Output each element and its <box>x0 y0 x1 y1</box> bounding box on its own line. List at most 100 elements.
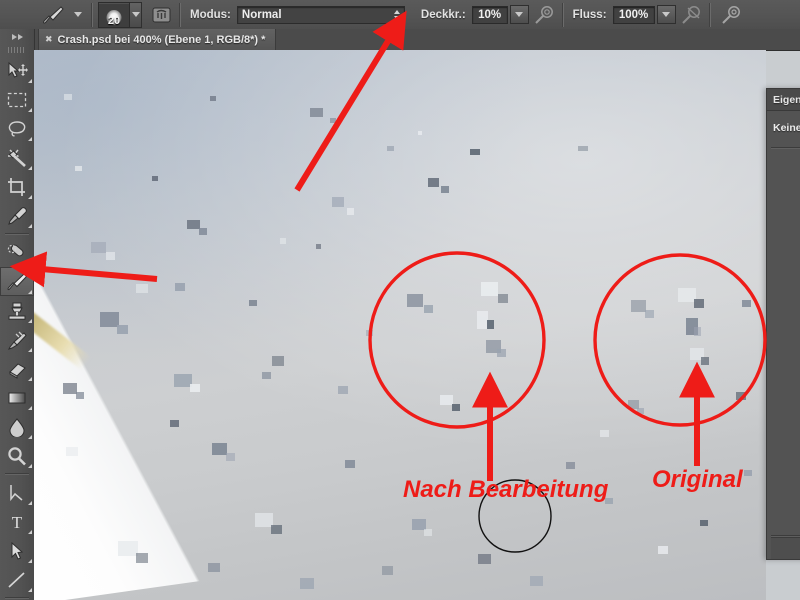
opacity-dropdown-button[interactable] <box>509 5 529 24</box>
flow-pressure-toggle[interactable] <box>676 1 704 28</box>
blur-tool[interactable] <box>0 412 34 441</box>
debris-spot <box>382 566 393 575</box>
line-icon <box>8 571 25 588</box>
chevron-down-icon <box>131 12 140 17</box>
type-t-icon: T <box>12 513 23 532</box>
clone-stamp-tool[interactable] <box>0 296 34 325</box>
blend-mode-select[interactable]: Normal <box>236 5 405 24</box>
debris-spot <box>497 349 506 357</box>
tool-flyout-indicator <box>28 530 32 534</box>
debris-spot <box>478 554 491 564</box>
tool-flyout-indicator <box>28 435 32 439</box>
debris-spot <box>637 408 644 414</box>
gradient-icon <box>8 392 26 403</box>
debris-spot <box>75 166 82 171</box>
debris-spot <box>249 300 257 306</box>
options-divider <box>179 2 181 27</box>
rectangular-marquee-tool[interactable] <box>0 85 34 114</box>
toolbar-divider <box>5 473 29 475</box>
dodge-icon <box>8 446 26 465</box>
debris-spot <box>136 284 148 293</box>
eraser-icon <box>9 362 26 379</box>
line-tool[interactable] <box>0 565 34 594</box>
brush-size-value: 20 <box>107 14 121 27</box>
document-canvas[interactable] <box>34 50 766 600</box>
tool-flyout-indicator <box>28 319 32 323</box>
debris-spot <box>470 149 480 155</box>
gradient-tool[interactable] <box>0 383 34 412</box>
debris-spot <box>694 299 704 308</box>
magic-wand-icon <box>8 148 26 167</box>
debris-spot <box>300 578 314 589</box>
pen-tool[interactable] <box>0 478 34 507</box>
healing-brush-tool[interactable] <box>0 238 34 267</box>
crop-tool[interactable] <box>0 172 34 201</box>
brush-size-preview[interactable]: 20 <box>98 1 142 28</box>
eyedropper-icon <box>8 206 27 225</box>
type-tool[interactable]: T <box>0 507 34 536</box>
path-selection-tool[interactable] <box>0 536 34 565</box>
flow-label: Fluss: <box>572 8 607 21</box>
properties-panel-footer <box>771 537 800 559</box>
properties-panel[interactable]: Eigens Keine <box>766 88 800 560</box>
photoshop-window: 20 Modus: Normal Deckkr.: 10% Fluss: 100… <box>0 0 800 600</box>
debris-spot <box>91 242 106 253</box>
brush-panel-toggle[interactable] <box>148 6 174 24</box>
move-icon <box>8 61 28 78</box>
mode-label: Modus: <box>190 8 231 21</box>
annotation-label-original: Original <box>652 466 743 493</box>
properties-panel-empty-label: Keine <box>773 122 800 134</box>
options-divider <box>91 2 93 27</box>
brush-size-stepper[interactable] <box>130 1 142 28</box>
double-chevron-right-icon <box>11 33 17 40</box>
toolbar-divider <box>5 597 29 599</box>
debris-spot <box>310 108 323 117</box>
dodge-tool[interactable] <box>0 441 34 470</box>
debris-spot <box>736 392 746 400</box>
debris-spot <box>208 563 220 572</box>
eyedropper-tool[interactable] <box>0 201 34 230</box>
blend-mode-value: Normal <box>241 8 282 21</box>
current-tool-brush-icon[interactable] <box>36 1 70 28</box>
properties-panel-tab-label: Eigens <box>773 93 800 106</box>
brush-tip-preview[interactable]: 20 <box>98 1 130 28</box>
debris-spot <box>316 244 321 249</box>
flow-value: 100% <box>618 8 649 21</box>
tool-flyout-indicator <box>28 166 32 170</box>
debris-spot <box>645 310 654 318</box>
brush-preset-caret[interactable] <box>70 12 86 17</box>
opacity-pressure-toggle[interactable] <box>529 1 557 28</box>
opacity-input[interactable]: 10% <box>471 5 508 24</box>
tool-flyout-indicator <box>28 588 32 592</box>
tool-flyout-indicator <box>28 261 32 265</box>
flow-input[interactable]: 100% <box>612 5 655 24</box>
debris-spot <box>345 460 355 468</box>
properties-panel-body: Keine <box>767 111 800 136</box>
move-tool[interactable] <box>0 56 34 85</box>
toolbar-divider <box>5 233 29 235</box>
tab-close-icon[interactable]: ✖ <box>45 34 53 45</box>
lasso-tool[interactable] <box>0 114 34 143</box>
clone-stamp-icon <box>8 302 26 320</box>
pen-icon <box>10 484 23 501</box>
eraser-tool[interactable] <box>0 354 34 383</box>
magic-wand-tool[interactable] <box>0 143 34 172</box>
brush-tool[interactable] <box>0 267 34 296</box>
airbrush-icon <box>721 5 740 24</box>
debris-spot <box>487 320 494 329</box>
tools-panel-collapse[interactable] <box>0 29 34 44</box>
tools-panel-grip[interactable] <box>0 44 34 56</box>
debris-spot <box>441 186 449 193</box>
properties-panel-tab[interactable]: Eigens <box>767 89 800 111</box>
history-brush-tool[interactable] <box>0 325 34 354</box>
pressure-flow-icon <box>681 5 700 24</box>
debris-spot <box>481 282 498 296</box>
airbrush-toggle[interactable] <box>716 1 744 28</box>
document-tab[interactable]: ✖ Crash.psd bei 400% (Ebene 1, RGB/8*) * <box>38 29 277 50</box>
flow-dropdown-button[interactable] <box>656 5 676 24</box>
debris-spot <box>387 146 394 151</box>
pressure-opacity-icon <box>534 5 553 24</box>
debris-spot <box>578 146 588 151</box>
debris-spot <box>498 294 508 303</box>
debris-spot <box>600 430 609 437</box>
